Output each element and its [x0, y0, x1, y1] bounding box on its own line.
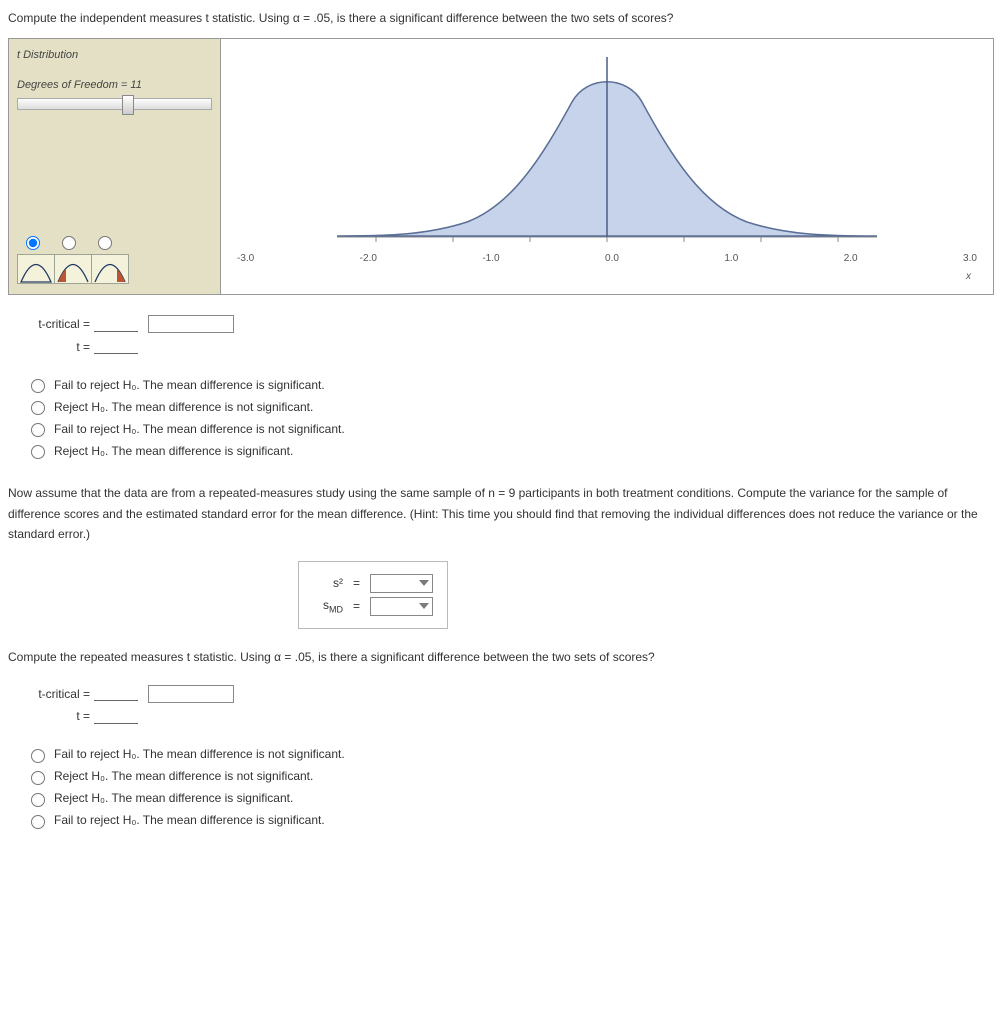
tail-option-1[interactable] — [26, 236, 40, 250]
formula-box: s² = sMD = — [298, 561, 448, 629]
option-1d[interactable] — [31, 445, 45, 459]
t-label-2: t = — [14, 709, 94, 723]
option-2a[interactable] — [31, 749, 45, 763]
option-1a-label: Fail to reject H₀. The mean difference i… — [54, 378, 325, 392]
t-critical-input-2[interactable] — [148, 685, 234, 703]
t-critical-blank-2[interactable] — [94, 686, 138, 701]
option-2a-label: Fail to reject H₀. The mean difference i… — [54, 747, 345, 761]
t-critical-blank[interactable] — [94, 317, 138, 332]
chevron-down-icon — [419, 603, 429, 609]
option-1c[interactable] — [31, 423, 45, 437]
distribution-chart: t Distribution Degrees of Freedom = 11 — [8, 38, 994, 295]
eq-2: = — [353, 599, 360, 613]
sidebar-title: t Distribution — [17, 49, 212, 61]
df-slider[interactable] — [17, 97, 212, 111]
tail-option-3[interactable] — [98, 236, 112, 250]
chevron-down-icon — [419, 580, 429, 586]
options-group-1: Fail to reject H₀. The mean difference i… — [26, 376, 994, 459]
option-2d[interactable] — [31, 815, 45, 829]
option-2c[interactable] — [31, 793, 45, 807]
t-critical-input[interactable] — [148, 315, 234, 333]
x-axis-label: x — [966, 271, 971, 282]
chart-sidebar: t Distribution Degrees of Freedom = 11 — [9, 39, 221, 294]
t-critical-label-2: t-critical = — [14, 687, 94, 701]
option-1d-label: Reject H₀. The mean difference is signif… — [54, 444, 293, 458]
s2-dropdown[interactable] — [370, 574, 433, 593]
tail-option-2[interactable] — [62, 236, 76, 250]
t-critical-label: t-critical = — [14, 317, 94, 331]
smd-dropdown[interactable] — [370, 597, 433, 616]
answer-block-2: t-critical = t = — [14, 685, 994, 724]
option-1b-label: Reject H₀. The mean difference is not si… — [54, 400, 313, 414]
left-tail-icon[interactable] — [55, 254, 92, 284]
tail-icons — [17, 254, 129, 284]
right-tail-icon[interactable] — [92, 254, 129, 284]
option-1b[interactable] — [31, 401, 45, 415]
x-axis-ticks: -3.0-2.0 -1.00.0 1.02.0 3.0 — [221, 253, 993, 264]
t-blank[interactable] — [94, 339, 138, 354]
degrees-of-freedom-label: Degrees of Freedom = 11 — [17, 79, 212, 91]
option-1a[interactable] — [31, 379, 45, 393]
option-1c-label: Fail to reject H₀. The mean difference i… — [54, 422, 345, 436]
plot-area: -3.0-2.0 -1.00.0 1.02.0 3.0 x — [221, 39, 993, 294]
bell-curve — [221, 47, 993, 247]
option-2c-label: Reject H₀. The mean difference is signif… — [54, 791, 293, 805]
option-2b-label: Reject H₀. The mean difference is not si… — [54, 769, 313, 783]
answer-block-1: t-critical = t = — [14, 315, 994, 354]
slider-thumb[interactable] — [122, 95, 134, 115]
options-group-2: Fail to reject H₀. The mean difference i… — [26, 746, 994, 829]
option-2b[interactable] — [31, 771, 45, 785]
t-label: t = — [14, 340, 94, 354]
smd-label: sMD — [313, 598, 343, 614]
two-tail-icon[interactable] — [17, 254, 55, 284]
question-3-text: Compute the repeated measures t statisti… — [8, 647, 994, 667]
option-2d-label: Fail to reject H₀. The mean difference i… — [54, 813, 325, 827]
eq-1: = — [353, 576, 360, 590]
question-2-text: Now assume that the data are from a repe… — [8, 483, 994, 544]
t-blank-2[interactable] — [94, 709, 138, 724]
question-1-text: Compute the independent measures t stati… — [8, 8, 994, 28]
s2-label: s² — [313, 576, 343, 590]
